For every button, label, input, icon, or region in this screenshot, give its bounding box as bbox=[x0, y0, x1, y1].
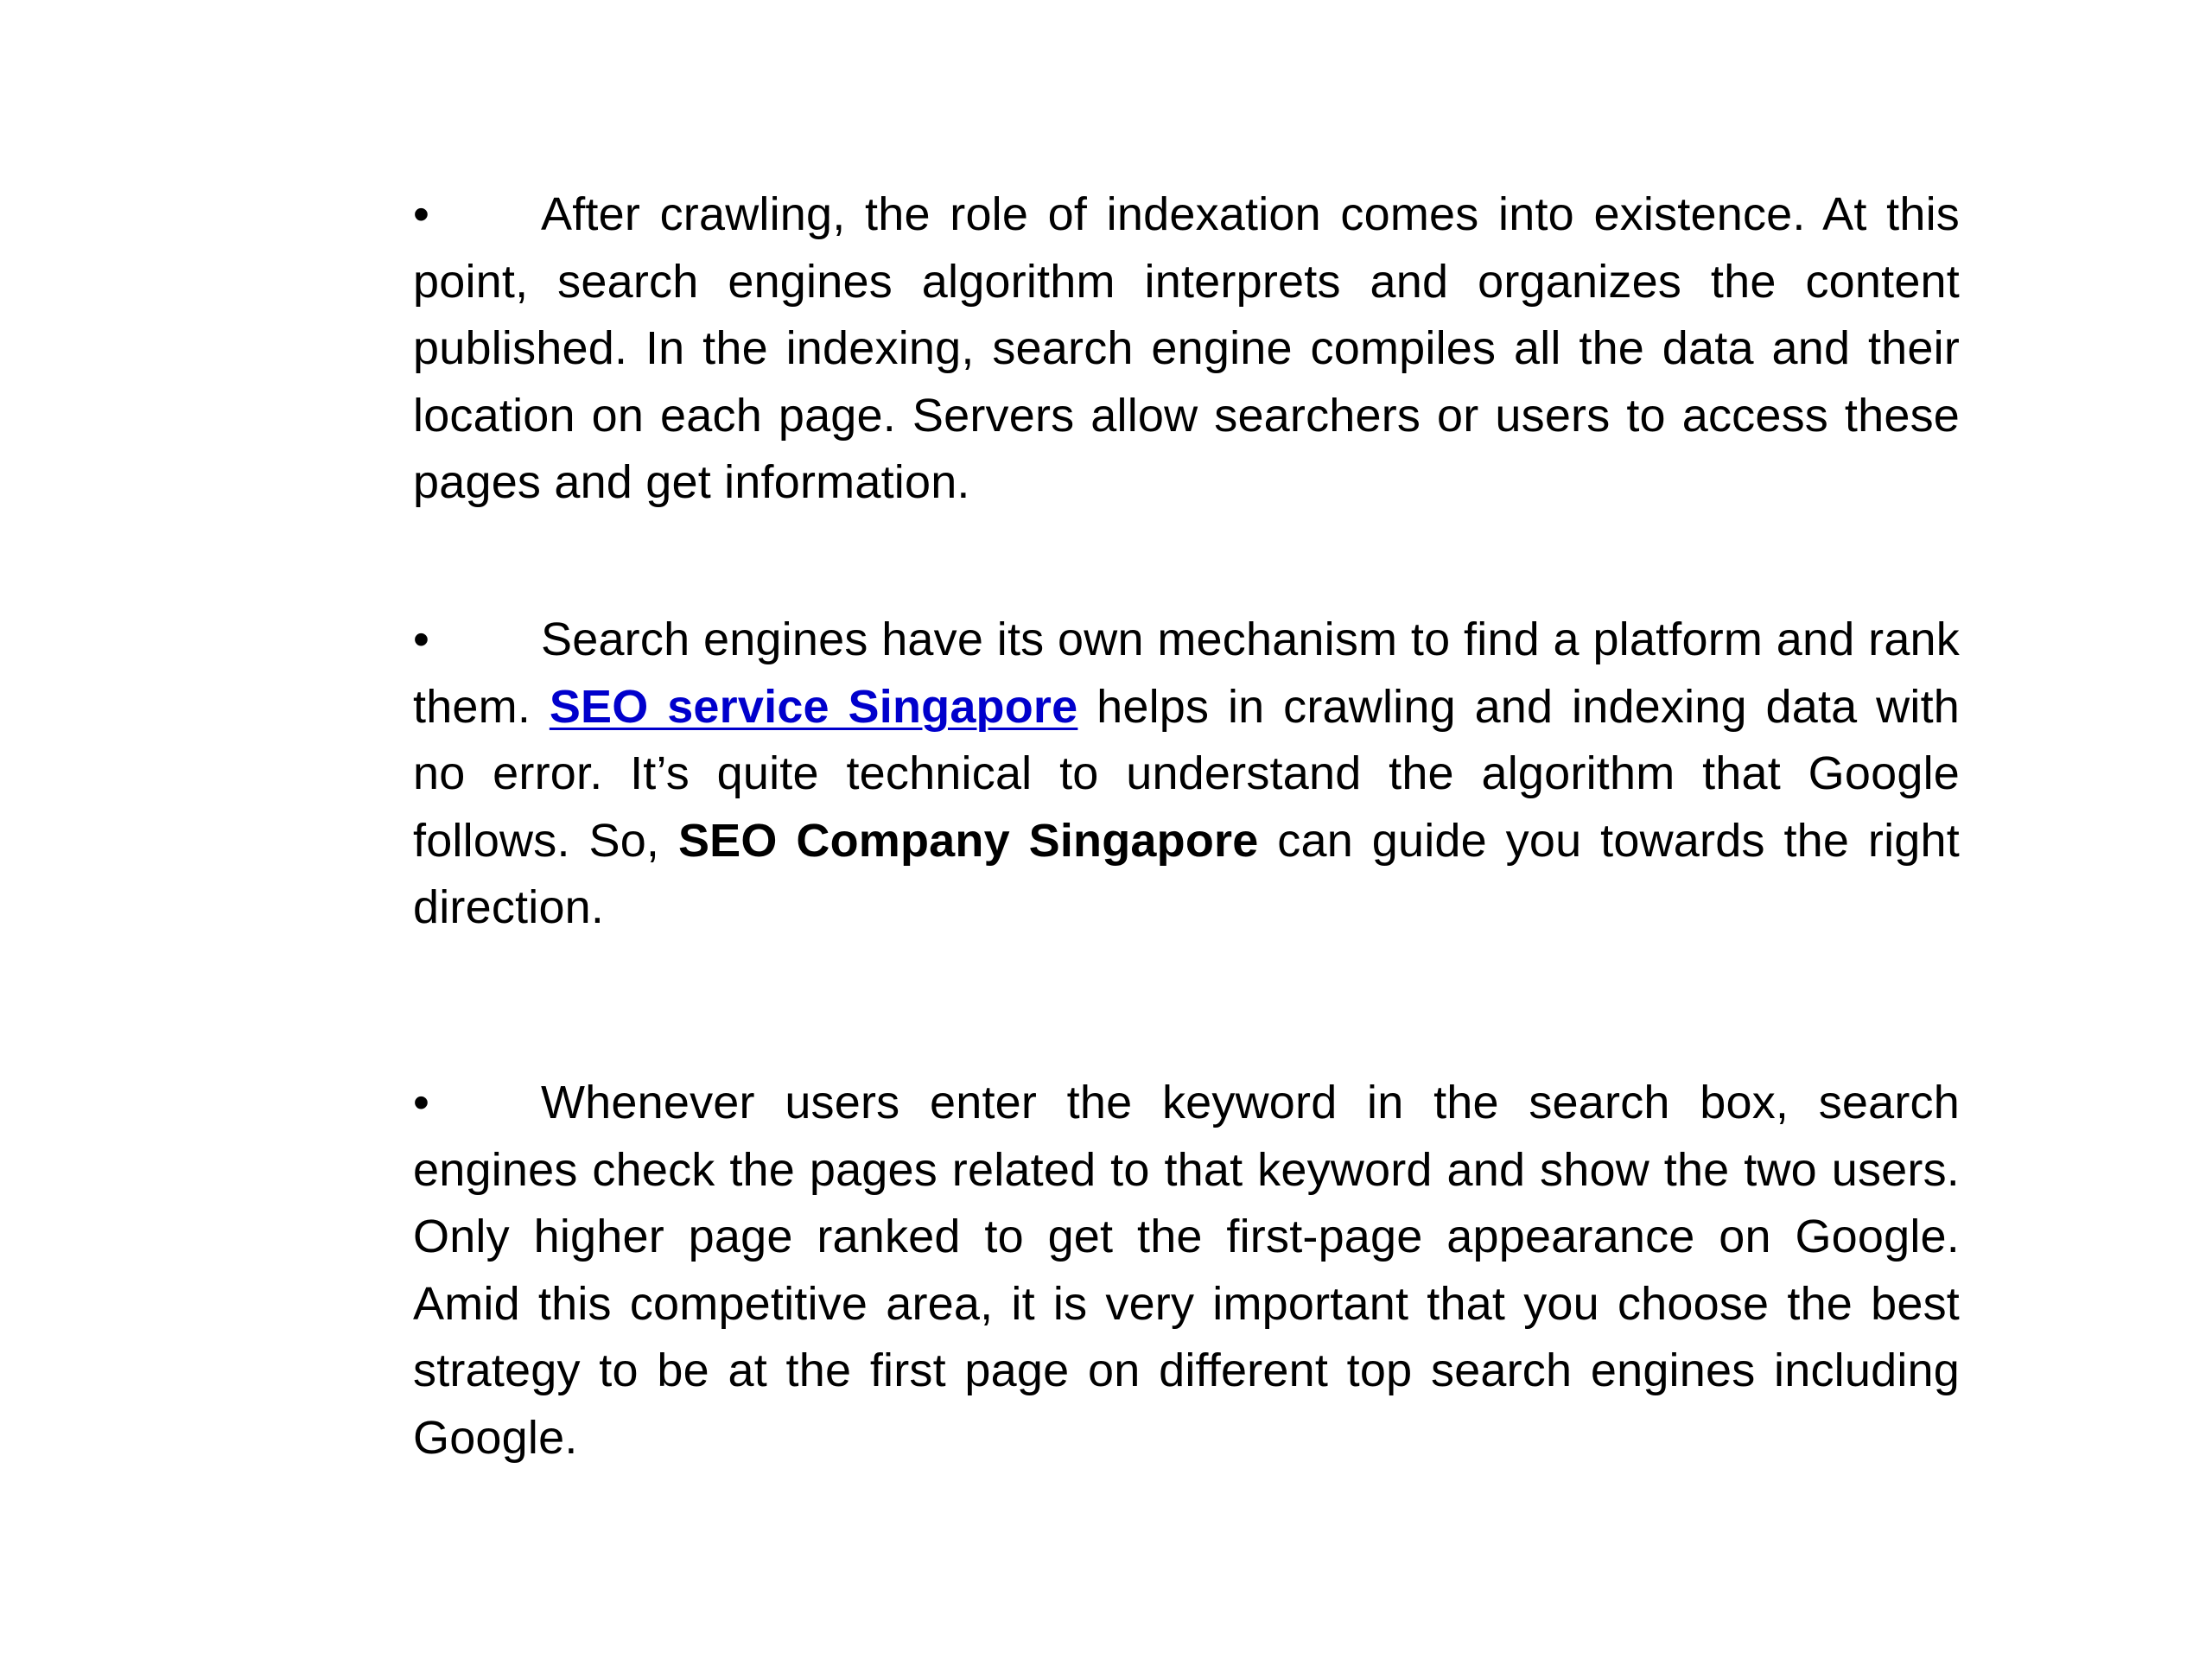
paragraph-text: Whenever users enter the keyword in the … bbox=[413, 1077, 1960, 1464]
seo-service-singapore-link[interactable]: SEO service Singapore bbox=[550, 681, 1078, 733]
paragraph-text: After crawling, the role of indexation c… bbox=[413, 188, 1960, 508]
bullet-paragraph-indexation: • After crawling, the role of indexation … bbox=[413, 181, 1960, 517]
bullet-paragraph-mechanism: • Search engines have its own mechanism t… bbox=[413, 607, 1960, 942]
bullet-icon: • bbox=[413, 1077, 430, 1128]
bullet-paragraph-keyword: • Whenever users enter the keyword in the… bbox=[413, 1070, 1960, 1471]
bullet-icon: • bbox=[413, 188, 430, 240]
bullet-icon: • bbox=[413, 613, 430, 665]
seo-company-singapore-bold: SEO Company Singapore bbox=[677, 814, 1259, 867]
